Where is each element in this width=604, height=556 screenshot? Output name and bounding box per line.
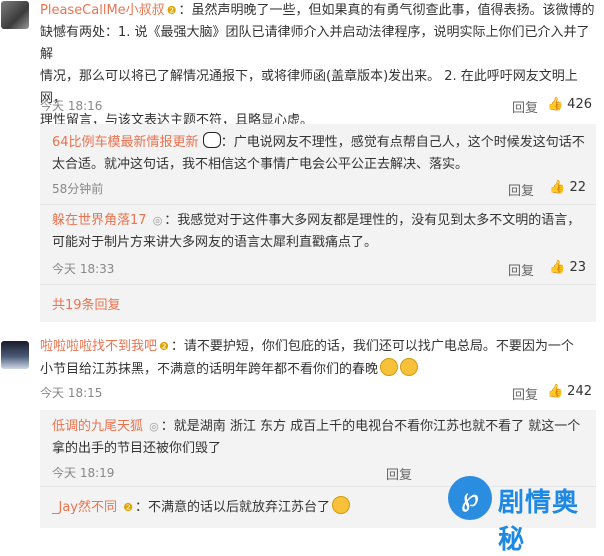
like-button[interactable]: 👍 426	[547, 97, 592, 112]
sub-replies: 64比例车模最新情报更新 ：广电说网友不理性，感觉有点帮自己人，这个时候发这句话…	[40, 124, 596, 322]
avatar[interactable]	[1, 341, 29, 369]
comment-username[interactable]: PleaseCallMe小叔叔	[40, 3, 165, 18]
sub-reply-meta: 58分钟前 回复 👍 22	[52, 180, 590, 200]
comment-line: 缺憾有两处：1. 说《最强大脑》团队已请律师介入并启动法律程序，说明实际上你们已…	[40, 25, 590, 62]
reply-button[interactable]: 回复	[512, 97, 538, 116]
sub-reply-time: 今天 18:33	[52, 262, 115, 276]
thumbs-up-icon: 👍	[549, 260, 566, 275]
sub-reply-line: ：就是湖南 浙江 东方 成百上千的电视台不看你江苏也就不看了 就这一个	[160, 419, 581, 434]
badge-icon: ◎	[149, 420, 159, 433]
badge-icon: ◎	[152, 214, 163, 227]
thumbs-up-icon: 👍	[546, 384, 564, 399]
vip-badge-icon: ❷	[159, 340, 169, 353]
like-count: 23	[569, 260, 586, 275]
reply-button[interactable]: 回复	[508, 260, 534, 279]
sub-reply-username[interactable]: 躲在世界角落17	[52, 213, 147, 228]
like-button[interactable]: 👍 242	[547, 384, 592, 399]
reply-button[interactable]: 回复	[508, 180, 534, 199]
sub-reply-meta: 今天 18:33 回复 👍 23	[52, 260, 590, 280]
like-count: 426	[567, 97, 592, 112]
more-replies-link[interactable]: 共19条回复	[52, 294, 121, 313]
reply-button[interactable]: 回复	[512, 384, 538, 403]
thumbs-up-icon: 👍	[546, 97, 564, 112]
sub-reply-time: 58分钟前	[52, 182, 104, 196]
sub-reply-username[interactable]: 低调的九尾天狐	[52, 419, 143, 434]
sub-reply-username[interactable]: 64比例车模最新情报更新	[52, 135, 199, 150]
reply-button[interactable]: 回复	[386, 464, 412, 483]
emoji-icon	[400, 358, 419, 376]
comment-line: 小节目给江苏抹黑，不满意的话明年跨年都不看你们的春晚	[40, 362, 379, 377]
logo-icon: ℘	[448, 476, 492, 520]
panda-badge-icon	[202, 132, 221, 148]
vip-badge-icon: ❷	[166, 4, 177, 17]
sub-reply-text: 64比例车模最新情报更新 ：广电说网友不理性，感觉有点帮自己人，这个时候发这句话…	[52, 132, 588, 176]
comment-text: 啦啦啦啦找不到我吧 ❷ ：请不要护短，你们包庇的话，我们还可以找广电总局。不要因为一…	[40, 336, 596, 381]
comment-line: ：虽然声明晚了一些，但如果真的有勇气彻查此事，值得表扬。该微博的	[178, 3, 595, 18]
watermark-logo: ℘ 剧情奥秘	[448, 474, 598, 555]
comment-time: 今天 18:16	[40, 99, 103, 113]
comment-meta: 今天 18:16 回复 👍 426	[40, 97, 596, 117]
emoji-icon	[380, 358, 399, 376]
sub-reply-line: ：我感觉对于这件事大多网友都是理性的，没有见到太多不文明的语言，	[164, 213, 581, 228]
like-button[interactable]: 👍 22	[549, 180, 586, 195]
comment-meta: 今天 18:15 回复 👍 242	[40, 384, 596, 404]
sub-reply-username[interactable]: _Jay然不同	[52, 500, 117, 515]
sub-reply-text: 躲在世界角落17 ◎ ：我感觉对于这件事大多网友都是理性的，没有见到太多不文明的语…	[52, 210, 588, 254]
divider	[40, 204, 596, 205]
sub-reply-line: ：广电说网友不理性，感觉有点帮自己人，这个时候发这句话不	[220, 135, 585, 150]
avatar[interactable]	[1, 1, 29, 29]
like-button[interactable]: 👍 23	[549, 260, 586, 275]
sub-reply-time: 今天 18:19	[52, 466, 115, 480]
comment-time: 今天 18:15	[40, 386, 103, 400]
comment-username[interactable]: 啦啦啦啦找不到我吧	[40, 339, 157, 354]
like-count: 22	[569, 180, 586, 195]
sub-reply-line: 太合适。就冲这句话，我不相信这个事情广电会公平公正去解决、落实。	[52, 157, 469, 172]
vip-badge-icon: ❷	[123, 501, 134, 514]
sub-reply-line: 拿的出手的节目还被你们毁了	[52, 441, 222, 456]
divider	[40, 284, 596, 285]
thumbs-up-icon: 👍	[549, 180, 566, 195]
sub-reply-line: 可能对于制片方来讲大多网友的语言太犀利直戳痛点了。	[52, 235, 378, 250]
watermark-text: 剧情奥秘	[498, 488, 580, 555]
like-count: 242	[567, 384, 592, 399]
sub-reply-text: 低调的九尾天狐 ◎ ：就是湖南 浙江 东方 成百上千的电视台不看你江苏也就不看了 …	[52, 416, 588, 460]
sub-reply-line: ：不满意的话以后就放弃江苏台了	[135, 500, 331, 515]
comment-line: ：请不要护短，你们包庇的话，我们还可以找广电总局。不要因为一个	[170, 339, 574, 354]
emoji-icon	[332, 496, 351, 514]
